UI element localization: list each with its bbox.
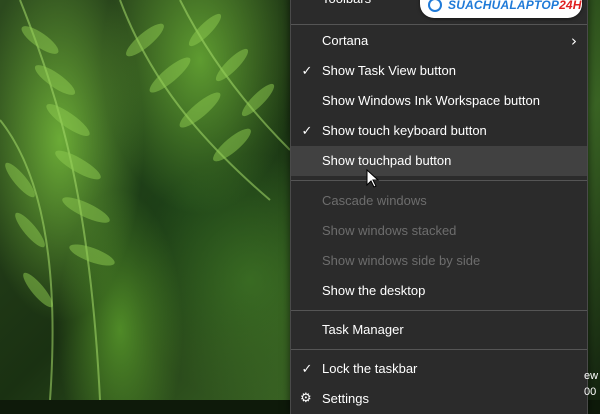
gear-icon: ⚙ [300, 391, 312, 406]
menu-item-show-desktop[interactable]: Show the desktop [291, 276, 587, 306]
menu-item-label: Cortana [322, 33, 369, 48]
watermark-logo: SUACHUALAPTOP24H [420, 0, 582, 18]
taskbar-context-menu: Toolbars Cortana › ✓ Show Task View butt… [290, 0, 588, 414]
logo-text: SUACHUALAPTOP24H [448, 0, 582, 12]
menu-item-windows-side-by-side[interactable]: Show windows side by side [291, 246, 587, 276]
logo-icon [428, 0, 442, 12]
menu-item-label: Show windows side by side [322, 253, 481, 268]
menu-item-label: Show Task View button [322, 63, 456, 78]
menu-separator [291, 349, 587, 350]
menu-separator [291, 310, 587, 311]
menu-item-show-ink-workspace[interactable]: Show Windows Ink Workspace button [291, 86, 587, 116]
checkmark-icon: ✓ [301, 63, 313, 78]
menu-separator [291, 24, 587, 25]
checkmark-icon: ✓ [301, 361, 313, 376]
menu-item-label: Show Windows Ink Workspace button [322, 93, 540, 108]
menu-item-show-touchpad[interactable]: Show touchpad button [291, 146, 587, 176]
menu-item-cortana[interactable]: Cortana › [291, 26, 587, 56]
menu-item-show-task-view[interactable]: ✓ Show Task View button [291, 56, 587, 86]
mouse-cursor-icon [366, 169, 380, 188]
menu-item-label: Toolbars [322, 0, 371, 14]
menu-item-label: Settings [322, 391, 369, 406]
menu-item-label: Show touch keyboard button [322, 123, 487, 138]
menu-item-windows-stacked[interactable]: Show windows stacked [291, 216, 587, 246]
menu-item-lock-taskbar[interactable]: ✓ Lock the taskbar [291, 354, 587, 384]
checkmark-icon: ✓ [301, 123, 313, 138]
menu-item-settings[interactable]: ⚙ Settings [291, 384, 587, 414]
chevron-right-icon: › [571, 32, 577, 50]
menu-item-label: Show touchpad button [322, 153, 452, 168]
menu-item-label: Lock the taskbar [322, 361, 418, 376]
taskbar-edge-text: ew [584, 370, 599, 382]
menu-item-label: Show windows stacked [322, 223, 457, 238]
menu-separator [291, 180, 587, 181]
menu-item-label: Task Manager [322, 322, 404, 337]
menu-item-cascade-windows[interactable]: Cascade windows [291, 186, 587, 216]
menu-item-label: Cascade windows [322, 193, 427, 208]
taskbar-edge-text: 00 [584, 386, 597, 398]
menu-item-task-manager[interactable]: Task Manager [291, 315, 587, 345]
menu-item-label: Show the desktop [322, 283, 426, 298]
menu-item-show-touch-keyboard[interactable]: ✓ Show touch keyboard button [291, 116, 587, 146]
